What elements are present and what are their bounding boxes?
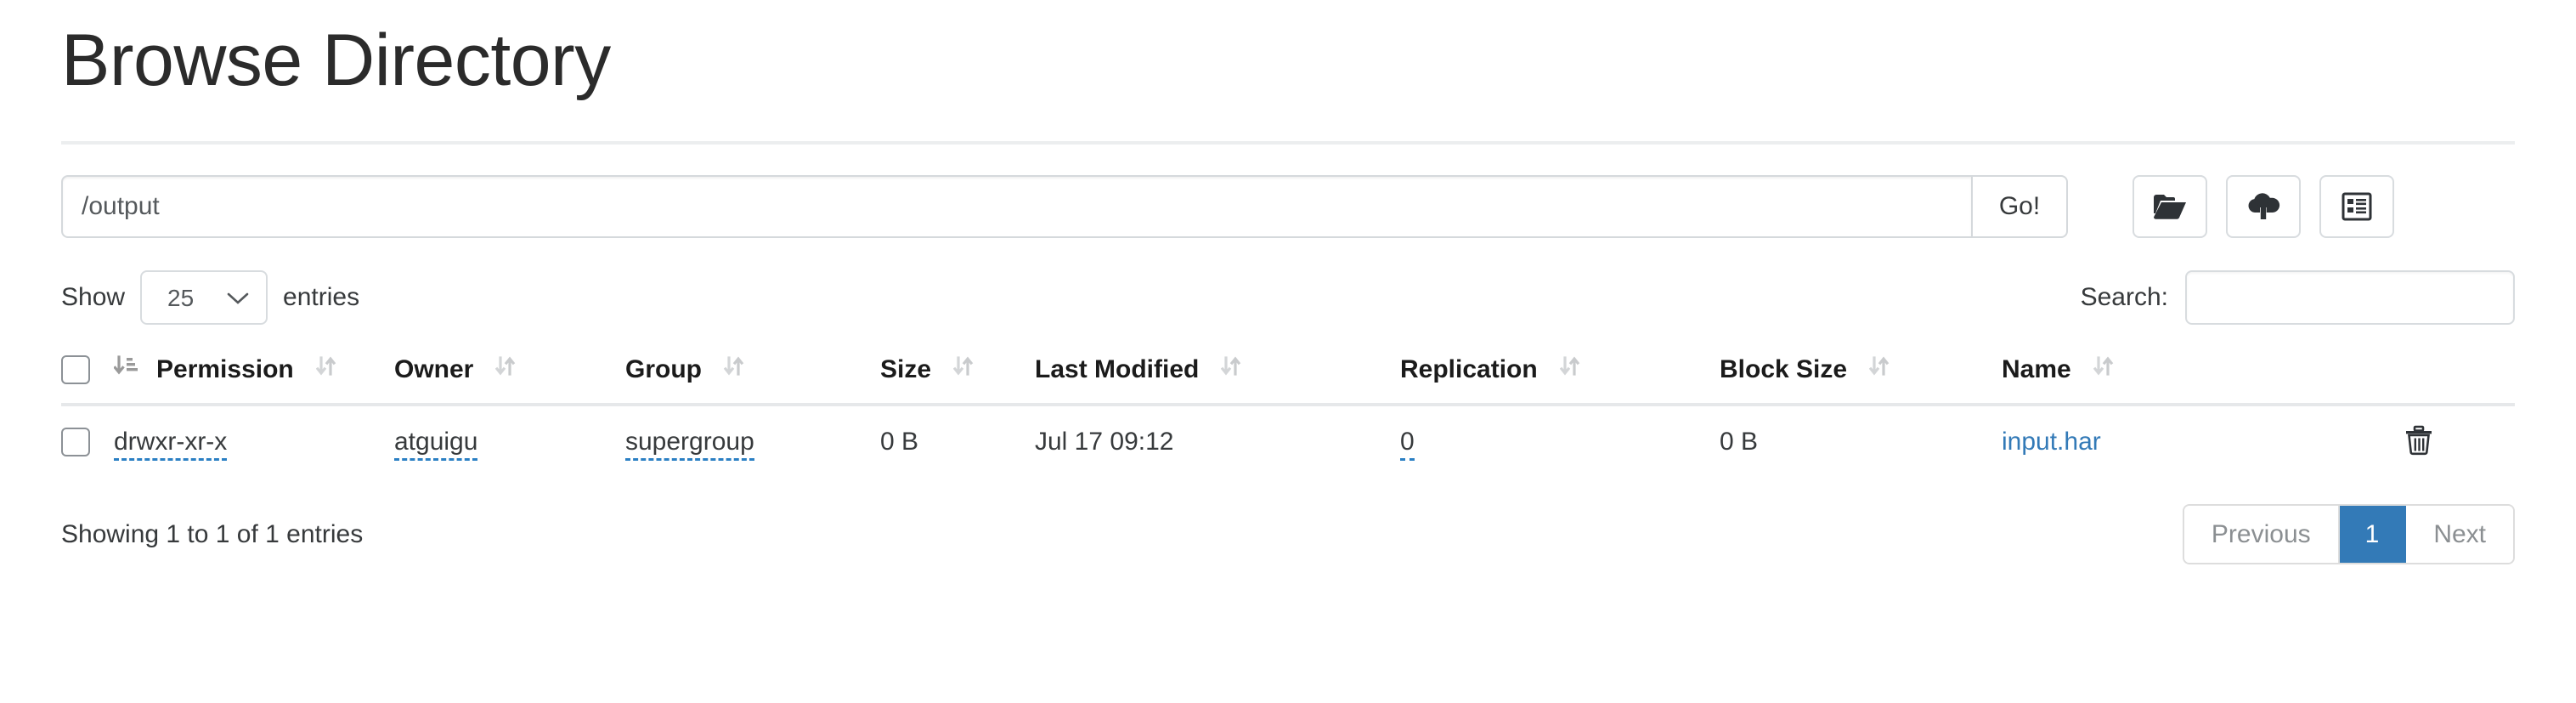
th-last-modified[interactable]: Last Modified (1035, 343, 1400, 406)
pagination: Previous 1 Next (2182, 504, 2515, 564)
cut-file-list-button[interactable] (2319, 175, 2394, 238)
th-permission-label: Permission (156, 355, 294, 383)
entries-info: Showing 1 to 1 of 1 entries (61, 519, 364, 548)
th-block-size-label: Block Size (1720, 355, 1848, 383)
cell-last-modified: Jul 17 09:12 (1035, 427, 1174, 456)
th-owner[interactable]: Owner (394, 343, 625, 406)
permission-editable[interactable]: drwxr-xr-x (114, 427, 228, 461)
create-directory-button[interactable] (2133, 175, 2207, 238)
cell-permission: drwxr-xr-x (114, 405, 394, 479)
th-permission[interactable]: Permission (113, 343, 394, 406)
pagination-next[interactable]: Next (2406, 506, 2513, 563)
path-input-group: Go! (61, 175, 2068, 238)
cell-block-size: 0 B (1720, 427, 1759, 456)
owner-editable[interactable]: atguigu (394, 427, 478, 461)
directory-table: Permission Owner Group Size Last Modifie… (61, 343, 2515, 479)
th-actions (2404, 343, 2515, 406)
replication-editable[interactable]: 0 (1400, 427, 1415, 461)
table-controls: Show 25 entries Search: (61, 270, 2515, 325)
th-last-modified-label: Last Modified (1035, 355, 1200, 383)
th-owner-label: Owner (394, 355, 474, 383)
pagination-previous[interactable]: Previous (2183, 506, 2340, 563)
th-replication[interactable]: Replication (1400, 343, 1720, 406)
group-editable[interactable]: supergroup (625, 427, 754, 461)
table-row: drwxr-xr-x atguigu supergroup 0 B Jul 17… (61, 405, 2515, 479)
th-select-all[interactable] (61, 343, 114, 406)
cell-group: supergroup (625, 405, 880, 479)
search-input[interactable] (2185, 270, 2515, 325)
pagination-page-1[interactable]: 1 (2339, 506, 2407, 563)
cell-name: input.har (2002, 405, 2404, 479)
cell-actions (2404, 405, 2515, 479)
entries-length-control: Show 25 entries (61, 270, 359, 325)
cell-owner: atguigu (394, 405, 625, 479)
search-label: Search: (2080, 283, 2168, 311)
row-checkbox[interactable] (61, 427, 90, 456)
th-group[interactable]: Group (625, 343, 880, 406)
show-label: Show (61, 283, 126, 311)
path-toolbar: Go! (61, 175, 2515, 238)
path-input[interactable] (61, 175, 1971, 238)
sort-both-icon[interactable] (723, 355, 744, 384)
select-all-checkbox[interactable] (61, 355, 90, 384)
entries-select-wrapper: 25 (140, 270, 268, 325)
th-group-label: Group (625, 355, 702, 383)
sort-both-icon[interactable] (952, 355, 974, 384)
entries-select[interactable]: 25 (140, 270, 268, 325)
sort-both-icon[interactable] (1868, 355, 1890, 384)
file-name-link[interactable]: input.har (2002, 428, 2101, 456)
cell-replication: 0 (1400, 405, 1720, 479)
th-replication-label: Replication (1400, 355, 1538, 383)
th-name-label: Name (2002, 355, 2071, 383)
sort-both-icon[interactable] (495, 355, 516, 384)
browse-directory-page: Browse Directory Go! (0, 24, 2576, 564)
delete-row-button[interactable] (2404, 425, 2433, 458)
upload-files-button[interactable] (2226, 175, 2301, 238)
table-footer: Showing 1 to 1 of 1 entries Previous 1 N… (61, 504, 2515, 564)
folder-open-icon (2153, 192, 2187, 221)
toolbar-actions (2133, 175, 2394, 238)
title-divider (61, 141, 2515, 145)
cloud-upload-icon (2246, 192, 2281, 221)
cell-size: 0 B (880, 427, 919, 456)
th-block-size[interactable]: Block Size (1720, 343, 2002, 406)
th-name[interactable]: Name (2002, 343, 2404, 406)
th-size[interactable]: Size (880, 343, 1035, 406)
sort-both-icon[interactable] (1559, 355, 1580, 384)
table-header-row: Permission Owner Group Size Last Modifie… (61, 343, 2515, 406)
trash-icon (2404, 425, 2433, 458)
th-size-label: Size (880, 355, 932, 383)
sort-both-icon[interactable] (315, 355, 336, 384)
page-title: Browse Directory (61, 20, 611, 101)
entries-label: entries (283, 283, 360, 311)
table-search-control: Search: (2081, 270, 2515, 325)
sort-both-icon[interactable] (1221, 355, 1241, 384)
list-alt-icon (2342, 192, 2372, 221)
sort-amount-down-icon[interactable] (113, 355, 138, 384)
row-select-cell (61, 405, 114, 479)
sort-both-icon[interactable] (2093, 355, 2114, 384)
go-button[interactable]: Go! (1971, 175, 2068, 238)
